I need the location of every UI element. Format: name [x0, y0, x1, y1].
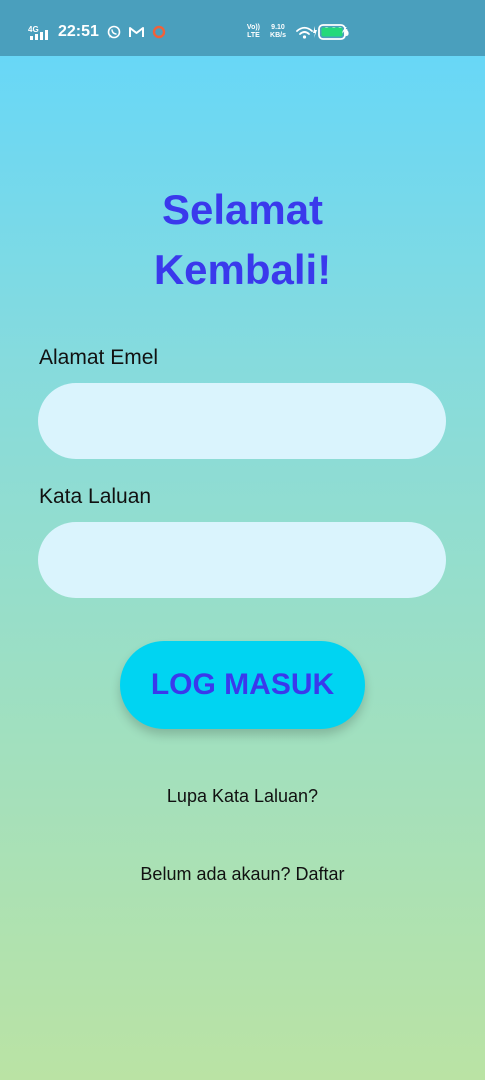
- app-ring-icon: [152, 25, 166, 39]
- login-screen: Selamat Kembali! Alamat Emel Kata Laluan…: [0, 56, 485, 1080]
- welcome-title-line1: Selamat: [161, 186, 324, 233]
- speed-value: 9.10: [271, 24, 285, 31]
- status-bar: 4G 22:51 Vo)) LTE 9.10 KB/s: [0, 0, 485, 56]
- whatsapp-icon: [107, 25, 121, 39]
- welcome-title: Selamat Kembali!: [0, 180, 485, 300]
- volte-bottom-text: LTE: [247, 32, 260, 39]
- volte-indicator: Vo)) LTE: [247, 24, 260, 40]
- gmail-icon: [128, 27, 144, 37]
- password-field[interactable]: [38, 522, 446, 598]
- charging-icon: [313, 26, 317, 38]
- email-label: Alamat Emel: [39, 346, 159, 369]
- register-link[interactable]: Belum ada akaun? Daftar: [0, 862, 485, 886]
- forgot-password-link[interactable]: Lupa Kata Laluan?: [0, 784, 485, 808]
- status-bar-left: 4G 22:51: [28, 21, 166, 43]
- network-speed: 9.10 KB/s: [270, 24, 286, 40]
- status-time: 22:51: [58, 23, 99, 40]
- password-label: Kata Laluan: [39, 485, 152, 508]
- email-field[interactable]: [38, 383, 446, 459]
- speed-unit: KB/s: [270, 32, 286, 39]
- network-type-text: 4G: [28, 25, 39, 34]
- battery-icon: [313, 24, 348, 40]
- volte-top-text: Vo)): [246, 24, 261, 31]
- login-button[interactable]: LOG MASUK: [120, 641, 365, 729]
- wifi-icon: [296, 26, 313, 39]
- signal-icon: 4G: [28, 25, 48, 40]
- welcome-title-line2: Kembali!: [153, 246, 332, 293]
